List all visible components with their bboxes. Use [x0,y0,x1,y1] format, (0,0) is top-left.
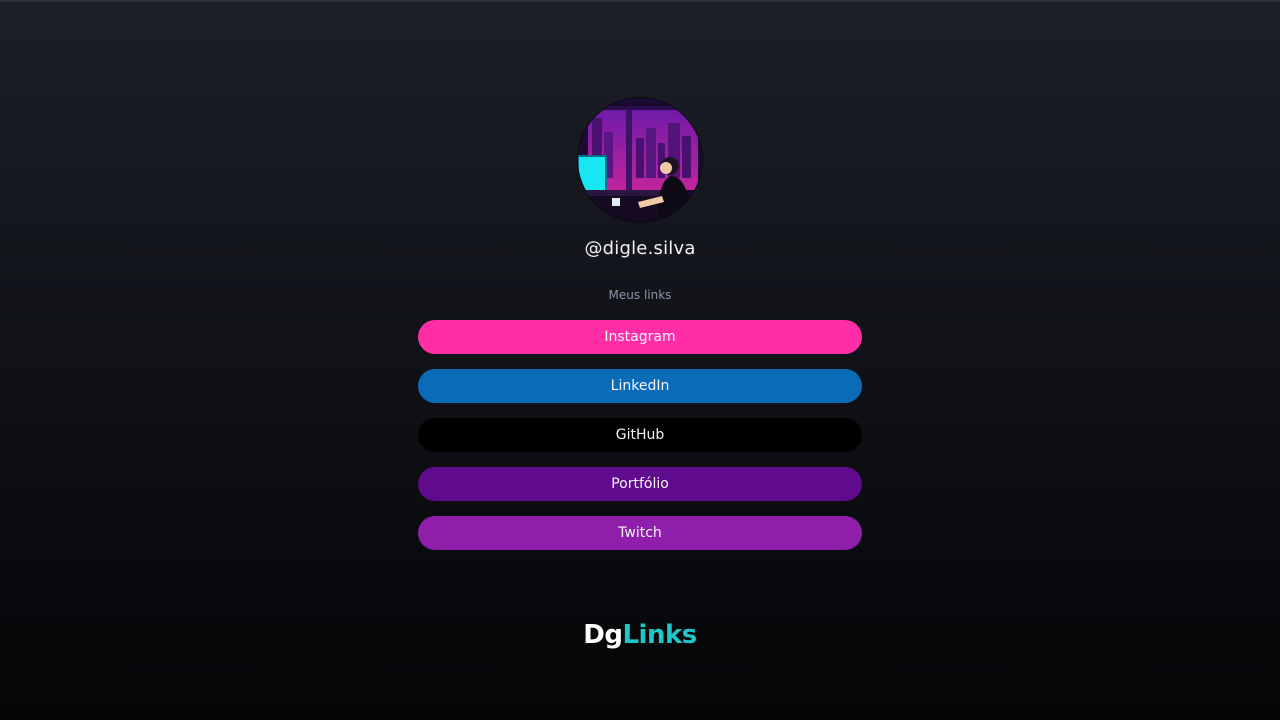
links-heading: Meus links [608,288,672,302]
instagram-link-button[interactable]: Instagram [418,320,862,354]
top-border [0,0,1280,2]
avatar [578,98,702,222]
twitch-link-button[interactable]: Twitch [418,516,862,550]
portfolio-link-button[interactable]: Portfólio [418,467,862,501]
lofi-room-illustration-icon [578,98,702,222]
username: @digle.silva [584,238,696,259]
links-list: Instagram LinkedIn GitHub Portfólio Twit… [418,320,862,550]
dglinks-logo: DgLinks [440,620,840,650]
logo-part-dg: Dg [583,620,623,650]
logo-part-links: Links [622,620,697,650]
linkedin-link-button[interactable]: LinkedIn [418,369,862,403]
github-link-button[interactable]: GitHub [418,418,862,452]
